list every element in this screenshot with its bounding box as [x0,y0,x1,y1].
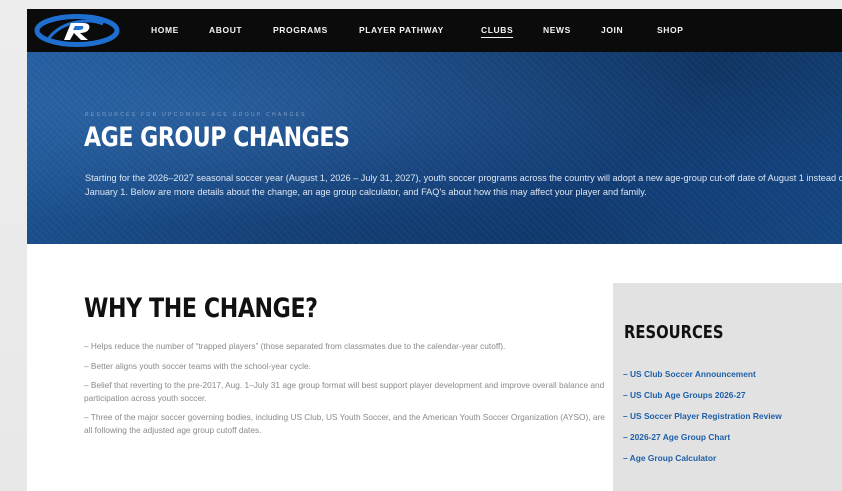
nav-clubs[interactable]: CLUBS [481,25,514,38]
link-age-group-calculator[interactable]: – Age Group Calculator [623,453,842,463]
link-player-registration-review[interactable]: – US Soccer Player Registration Review [623,411,842,421]
list-item: – Belief that reverting to the pre-2017,… [84,380,605,403]
nav-about[interactable]: ABOUT [209,25,242,35]
hero-kicker: RESOURCES FOR UPCOMING AGE GROUP CHANGES [85,112,307,118]
nav-shop[interactable]: SHOP [657,25,684,35]
top-navigation: HOME ABOUT PROGRAMS PLAYER PATHWAY CLUBS… [27,9,842,52]
hero-description: Starting for the 2026–2027 seasonal socc… [85,173,842,197]
change-reasons-list: – Helps reduce the number of “trapped pl… [84,340,609,443]
link-us-club-announcement[interactable]: – US Club Soccer Announcement [623,369,842,379]
website: HOME ABOUT PROGRAMS PLAYER PATHWAY CLUBS… [27,9,842,491]
resource-links: – US Club Soccer Announcement – US Club … [623,369,842,474]
section-title: WHY THE CHANGE? [84,293,318,324]
nav-join[interactable]: JOIN [601,25,623,35]
sidebar-title: RESOURCES [624,322,724,343]
list-item: – Three of the major soccer governing bo… [84,412,605,435]
link-age-group-chart[interactable]: – 2026-27 Age Group Chart [623,432,842,442]
hero-title: AGE GROUP CHANGES [84,122,350,153]
list-item: – Helps reduce the number of “trapped pl… [84,341,506,351]
nav-programs[interactable]: PROGRAMS [273,25,328,35]
link-us-club-age-groups[interactable]: – US Club Age Groups 2026-27 [623,390,842,400]
nav-news[interactable]: NEWS [543,25,571,35]
list-item: – Better aligns youth soccer teams with … [84,360,311,371]
resources-sidebar: RESOURCES – US Club Soccer Announcement … [613,283,842,491]
nav-home[interactable]: HOME [151,25,179,35]
nav-player-pathway[interactable]: PLAYER PATHWAY [359,25,444,35]
